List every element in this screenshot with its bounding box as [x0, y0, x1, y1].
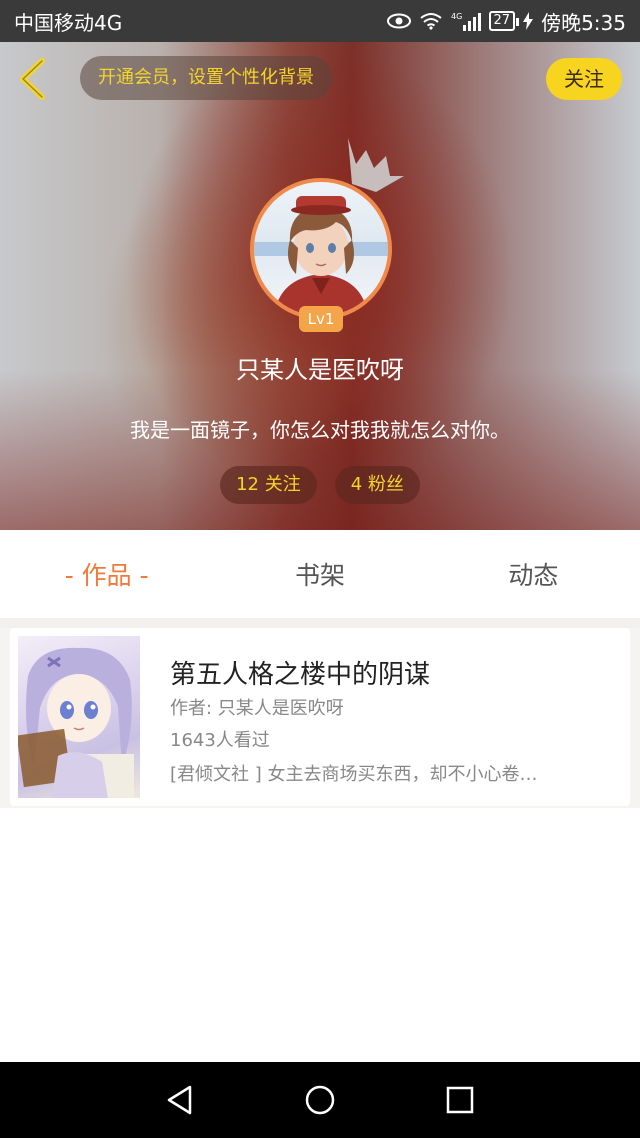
system-nav-bar — [0, 1062, 640, 1138]
book-views: 1643人看过 — [170, 730, 270, 751]
follow-button[interactable]: 关注 — [546, 58, 622, 100]
nav-home-button[interactable] — [300, 1080, 340, 1120]
nav-back-button[interactable] — [160, 1080, 200, 1120]
stats-row: 12 关注 4 粉丝 — [0, 466, 640, 504]
following-count[interactable]: 12 关注 — [220, 466, 317, 504]
profile-tabs: - 作品 - 书架 动态 — [0, 530, 640, 618]
wifi-icon — [419, 12, 443, 30]
book-cover — [18, 636, 140, 798]
clock-label: 傍晚5:35 — [541, 10, 626, 35]
square-recent-icon — [446, 1086, 474, 1114]
battery-indicator: 27 — [488, 11, 519, 31]
tab-bookshelf[interactable]: 书架 — [213, 556, 426, 592]
book-author: 作者: 只某人是医吹呀 — [170, 698, 344, 719]
signal-icon: 4G — [451, 11, 481, 31]
username: 只某人是医吹呀 — [236, 356, 404, 384]
back-button[interactable] — [14, 56, 54, 102]
profile-header: 开通会员，设置个性化背景 关注 Lv1 只某人是医吹呀 我是一面镜子，你怎么对我… — [0, 42, 640, 530]
cover-illustration — [18, 647, 134, 798]
charging-icon — [523, 12, 534, 30]
book-description: [君倾文社 ] 女主去商场买东西，却不小心卷… — [170, 764, 538, 785]
list-item[interactable]: 第五人格之楼中的阴谋 作者: 只某人是医吹呀 1643人看过 [君倾文社 ] 女… — [10, 628, 630, 806]
works-list: 第五人格之楼中的阴谋 作者: 只某人是医吹呀 1643人看过 [君倾文社 ] 女… — [0, 628, 640, 808]
eye-icon — [386, 13, 411, 29]
section-divider — [0, 618, 640, 628]
book-title: 第五人格之楼中的阴谋 — [170, 660, 431, 690]
vip-background-banner[interactable]: 开通会员，设置个性化背景 — [80, 56, 332, 100]
chevron-left-icon — [20, 58, 45, 100]
avatar-illustration — [254, 196, 388, 316]
followers-count[interactable]: 4 粉丝 — [334, 466, 420, 504]
bio-text: 我是一面镜子，你怎么对我我就怎么对你。 — [130, 418, 510, 442]
triangle-back-icon — [167, 1085, 192, 1115]
avatar[interactable] — [250, 178, 392, 320]
network-type-label: 4G — [451, 12, 462, 21]
tab-activity[interactable]: 动态 — [427, 556, 640, 592]
level-badge: Lv1 — [299, 306, 343, 332]
nav-recent-button[interactable] — [440, 1080, 480, 1120]
circle-home-icon — [305, 1085, 335, 1115]
status-bar: 中国移动4G 4G 27 傍晚5:35 — [0, 0, 640, 42]
carrier-label: 中国移动4G — [14, 10, 123, 35]
tab-works[interactable]: - 作品 - — [0, 556, 213, 592]
